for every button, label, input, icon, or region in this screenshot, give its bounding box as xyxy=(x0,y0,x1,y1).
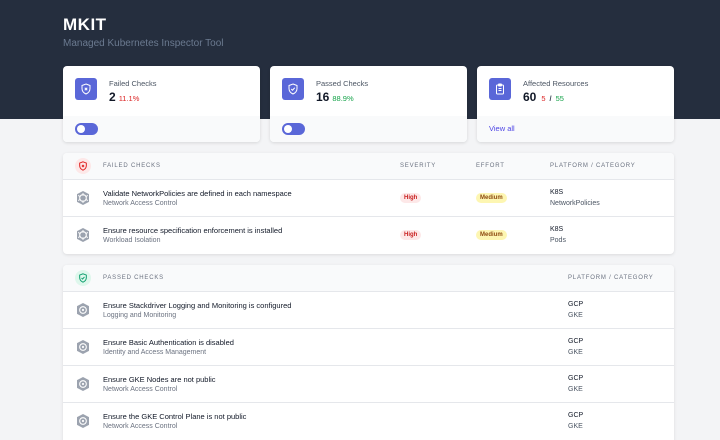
view-all-link[interactable]: View all xyxy=(489,124,515,133)
passed-count: 16 xyxy=(316,90,330,104)
check-name: Ensure Basic Authentication is disabled xyxy=(103,338,234,347)
app-subtitle: Managed Kubernetes Inspector Tool xyxy=(63,38,224,49)
platform-category: GKE xyxy=(568,349,583,356)
effort-badge: Medium xyxy=(476,193,507,203)
card-label: Passed Checks xyxy=(316,79,369,88)
severity-badge: High xyxy=(400,230,422,240)
card-value: 60 5/55 xyxy=(523,90,564,104)
platform: GCP xyxy=(568,375,584,382)
affected-count: 60 xyxy=(523,90,537,104)
check-name: Validate NetworkPolicies are defined in … xyxy=(103,189,292,198)
platform-category: GKE xyxy=(568,386,583,393)
gcp-icon xyxy=(77,340,89,354)
platform: K8S xyxy=(550,226,564,233)
passed-check-row[interactable]: Ensure Stackdriver Logging and Monitorin… xyxy=(63,292,674,329)
passed-toggle[interactable] xyxy=(282,123,305,135)
platform-category: Pods xyxy=(550,237,566,244)
passed-check-row[interactable]: Ensure the GKE Control Plane is not publ… xyxy=(63,403,674,440)
gcp-icon xyxy=(77,377,89,391)
clipboard-icon xyxy=(489,78,511,100)
passed-check-row[interactable]: Ensure GKE Nodes are not public Network … xyxy=(63,366,674,403)
column-effort: EFFORT xyxy=(476,163,505,169)
failed-checks-panel: FAILED CHECKS SEVERITY EFFORT PLATFORM /… xyxy=(63,153,674,254)
section-title: FAILED CHECKS xyxy=(103,163,161,169)
check-category: Workload Isolation xyxy=(103,237,161,244)
toggle-knob xyxy=(77,125,85,133)
app-title: MKIT xyxy=(63,15,107,34)
gcp-icon xyxy=(77,414,89,428)
passed-checks-header: PASSED CHECKS PLATFORM / CATEGORY xyxy=(63,265,674,292)
card-value: 16 88.9% xyxy=(316,90,354,104)
check-category: Network Access Control xyxy=(103,423,178,430)
section-title: PASSED CHECKS xyxy=(103,275,164,281)
check-name: Ensure the GKE Control Plane is not publ… xyxy=(103,412,247,421)
effort-badge: Medium xyxy=(476,230,507,240)
failed-checks-header: FAILED CHECKS SEVERITY EFFORT PLATFORM /… xyxy=(63,153,674,180)
check-category: Network Access Control xyxy=(103,386,178,393)
check-name: Ensure GKE Nodes are not public xyxy=(103,375,216,384)
check-category: Identity and Access Management xyxy=(103,349,207,356)
column-platform: PLATFORM / CATEGORY xyxy=(568,275,654,281)
platform: GCP xyxy=(568,412,584,419)
check-category: Logging and Monitoring xyxy=(103,312,177,319)
shield-x-icon xyxy=(75,78,97,100)
affected-failed-count: 5 xyxy=(541,94,546,103)
shield-check-icon xyxy=(75,270,91,286)
shield-x-icon xyxy=(75,158,91,174)
count-separator: / xyxy=(549,94,552,103)
card-footer: View all xyxy=(477,116,674,142)
card-label: Failed Checks xyxy=(109,79,157,88)
platform-category: GKE xyxy=(568,423,583,430)
column-platform: PLATFORM / CATEGORY xyxy=(550,163,636,169)
check-name: Ensure Stackdriver Logging and Monitorin… xyxy=(103,301,292,310)
passed-checks-panel: PASSED CHECKS PLATFORM / CATEGORY Ensure… xyxy=(63,265,674,440)
check-name: Ensure resource specification enforcemen… xyxy=(103,226,283,235)
severity-badge: High xyxy=(400,193,422,203)
card-footer xyxy=(270,116,467,142)
platform: K8S xyxy=(550,189,564,196)
passed-percent: 88.9% xyxy=(332,94,354,103)
kubernetes-icon xyxy=(77,191,89,205)
platform: GCP xyxy=(568,338,584,345)
column-severity: SEVERITY xyxy=(400,163,437,169)
failed-checks-card: Failed Checks 2 11.1% xyxy=(63,66,260,142)
platform-category: GKE xyxy=(568,312,583,319)
check-category: Network Access Control xyxy=(103,200,178,207)
failed-count: 2 xyxy=(109,90,116,104)
toggle-knob xyxy=(284,125,292,133)
platform: GCP xyxy=(568,301,584,308)
failed-check-row[interactable]: Validate NetworkPolicies are defined in … xyxy=(63,180,674,217)
failed-toggle[interactable] xyxy=(75,123,98,135)
affected-passed-count: 55 xyxy=(555,94,564,103)
card-value: 2 11.1% xyxy=(109,90,139,104)
platform-category: NetworkPolicies xyxy=(550,200,600,207)
gcp-icon xyxy=(77,303,89,317)
card-label: Affected Resources xyxy=(523,79,589,88)
passed-checks-card: Passed Checks 16 88.9% xyxy=(270,66,467,142)
passed-check-row[interactable]: Ensure Basic Authentication is disabled … xyxy=(63,329,674,366)
kubernetes-icon xyxy=(77,228,89,242)
failed-check-row[interactable]: Ensure resource specification enforcemen… xyxy=(63,217,674,254)
shield-check-icon xyxy=(282,78,304,100)
affected-resources-card: Affected Resources 60 5/55 View all xyxy=(477,66,674,142)
failed-percent: 11.1% xyxy=(118,94,140,103)
card-footer xyxy=(63,116,260,142)
